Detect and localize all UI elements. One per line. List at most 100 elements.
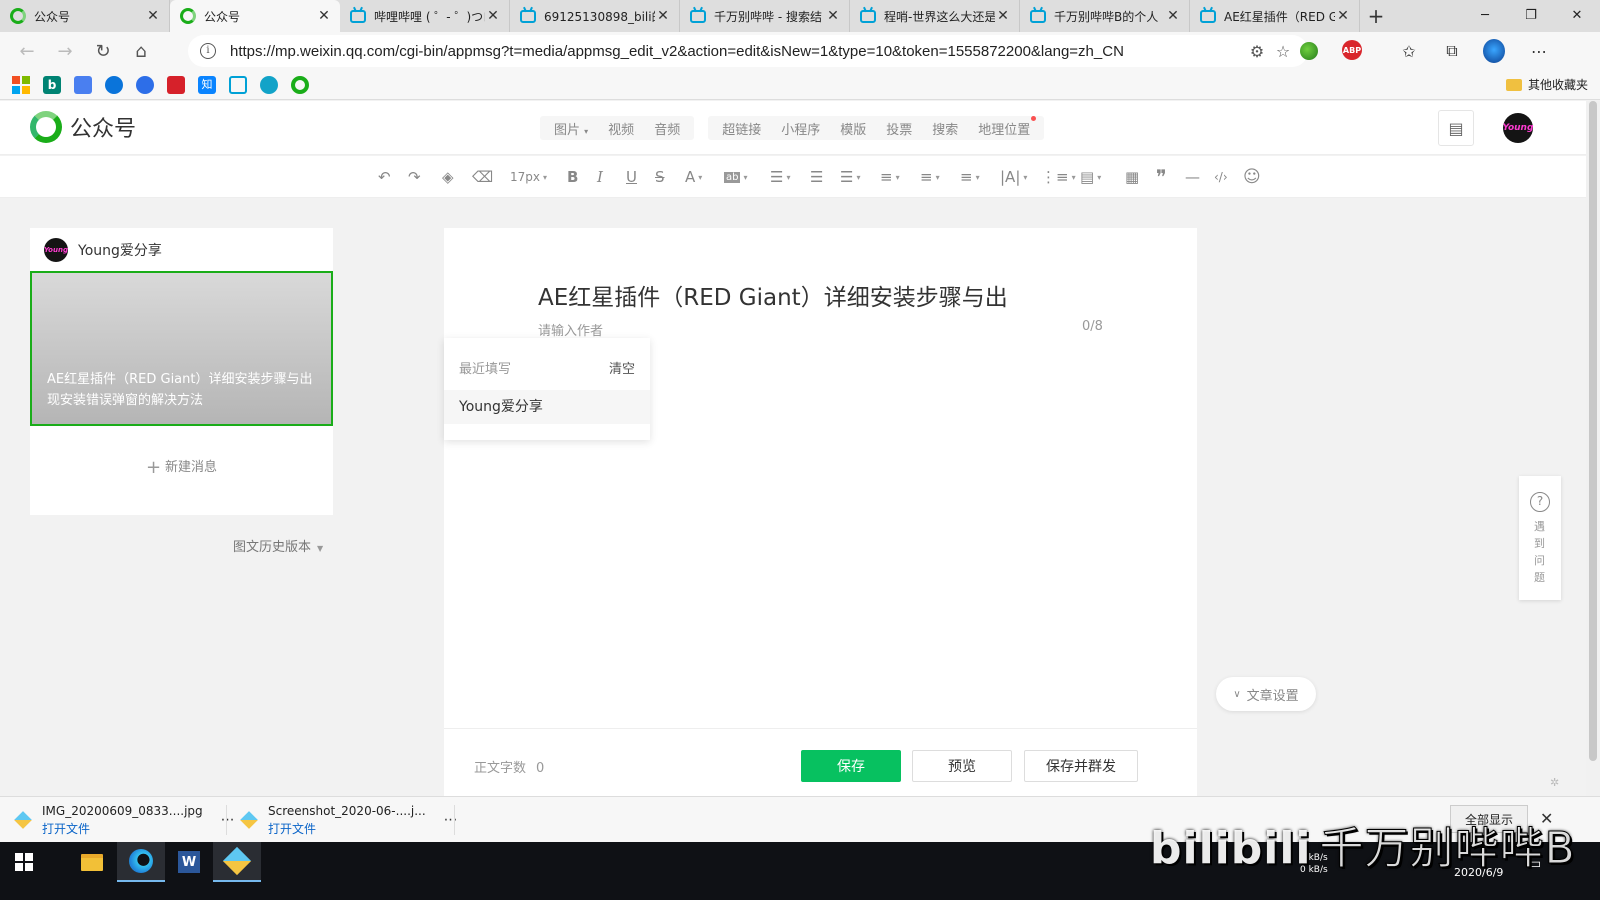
cloud-bookmark-icon[interactable] [260,75,278,94]
scrollbar-thumb[interactable] [1589,101,1597,761]
close-tab-icon[interactable]: ✕ [995,8,1011,24]
avatar[interactable]: Young [1503,113,1533,143]
taskbar-edge[interactable] [117,842,165,882]
favorite-star-icon[interactable]: ☆ [1270,42,1296,61]
author-suggestion-item[interactable]: Young爱分享 [444,390,650,424]
close-tab-icon[interactable]: ✕ [825,8,841,24]
article-title-input[interactable]: AE红星插件（RED Giant）详细安装步骤与出 [538,278,1008,312]
save-and-send-button[interactable]: 保存并群发 [1024,750,1138,782]
save-button[interactable]: 保存 [801,750,901,782]
new-message-button[interactable]: + 新建消息 [30,456,333,478]
url-box[interactable]: i https://mp.weixin.qq.com/cgi-bin/appms… [188,35,1308,67]
insert-image[interactable]: 图片 ▾ [544,119,598,138]
browser-tab[interactable]: 哔哩哔哩 ( ゜- ゜)つロ ✕ [340,0,510,32]
list-icon[interactable]: ⋮≡ ▾ [1041,166,1076,188]
tracking-icon[interactable]: ⚙ [1244,42,1270,61]
browser-tab[interactable]: AE红星插件（RED G ✕ [1190,0,1360,32]
translate-bookmark-icon[interactable] [74,75,92,94]
paragraph-spacing-icon[interactable]: ☰ ▾ [840,166,860,188]
other-favorites-folder[interactable]: 其他收藏夹 [1505,76,1588,93]
bold-icon[interactable]: B [567,166,578,188]
onedrive-bookmark-icon[interactable] [105,75,123,94]
clear-button[interactable]: 清空 [609,358,635,377]
browser-tab[interactable]: 千万别哔哔B的个人 ✕ [1020,0,1190,32]
emoji-icon[interactable]: ☺ [1243,166,1261,188]
close-tab-icon[interactable]: ✕ [485,8,501,24]
italic-icon[interactable]: I [597,166,603,188]
baidu-bookmark-icon[interactable] [136,75,154,94]
download-item[interactable]: IMG_20200609_0833....jpg 打开文件 ⋯ [14,803,235,837]
collections-icon[interactable]: ⧉ [1441,40,1463,62]
close-window-icon[interactable]: ✕ [1554,0,1600,30]
insert-search[interactable]: 搜索 [922,119,968,138]
taskbar-word[interactable]: W [165,842,213,882]
insert-vote[interactable]: 投票 [876,119,922,138]
author-input[interactable]: 请输入作者 [538,320,603,339]
strikethrough-icon[interactable]: S [655,166,665,188]
background-color-icon[interactable]: ab ▾ [724,166,748,188]
open-file-link[interactable]: 打开文件 [42,820,203,837]
browser-tab-active[interactable]: 公众号 ✕ [170,0,340,32]
mp-logo[interactable]: 公众号 [30,111,136,143]
huawei-bookmark-icon[interactable] [167,75,185,94]
table-icon[interactable]: ▦ [1125,166,1139,188]
insert-audio[interactable]: 音频 [644,119,690,138]
open-file-link[interactable]: 打开文件 [268,820,426,837]
refresh-icon[interactable]: ↻ [84,34,122,68]
back-icon[interactable]: ← [8,34,46,68]
home-icon[interactable]: ⌂ [122,34,160,68]
underline-icon[interactable]: U [626,166,637,188]
insert-location[interactable]: 地理位置 [968,115,1040,138]
taskbar-explorer[interactable] [68,842,116,882]
quote-icon[interactable]: ❞ [1156,165,1167,189]
format-painter-icon[interactable]: ◈ [442,166,454,188]
insert-link[interactable]: 超链接 [712,119,771,138]
favorites-icon[interactable]: ✩ [1398,40,1420,62]
bilibili-bookmark-icon[interactable] [229,75,247,94]
forward-icon[interactable]: → [46,34,84,68]
text-align-icon[interactable]: ≡ ▾ [920,166,940,188]
help-button[interactable]: ? 遇到问题 [1519,476,1561,600]
restore-icon[interactable]: ❐ [1508,0,1554,30]
align-icon[interactable]: ☰ ▾ [770,166,790,188]
close-tab-icon[interactable]: ✕ [145,8,161,24]
insert-video[interactable]: 视频 [598,119,644,138]
bing-bookmark-icon[interactable]: b [43,75,61,94]
close-tab-icon[interactable]: ✕ [1165,8,1181,24]
profile-icon[interactable] [1483,39,1505,63]
font-size-select[interactable]: 17px ▾ [510,166,547,188]
taskbar-photos[interactable] [213,842,261,882]
browser-tab[interactable]: 69125130898_bili的 ✕ [510,0,680,32]
float-icon[interactable]: ▤ ▾ [1080,166,1101,188]
redo-icon[interactable]: ↷ [408,166,421,188]
extension-globe-icon[interactable] [1298,40,1320,62]
line-spacing-icon[interactable]: ≡ ▾ [880,166,900,188]
start-button[interactable] [0,842,48,882]
microsoft-bookmark-icon[interactable] [12,75,30,94]
minimize-icon[interactable]: ─ [1462,0,1508,30]
close-tab-icon[interactable]: ✕ [655,8,671,24]
zhihu-bookmark-icon[interactable]: 知 [198,75,216,94]
history-version-button[interactable]: 图文历史版本 ▼ [233,536,323,555]
article-card-selected[interactable]: AE红星插件（RED Giant）详细安装步骤与出现安装错误弹窗的解决方法 [30,271,333,426]
font-color-icon[interactable]: A ▾ [685,166,702,188]
insert-template[interactable]: 模版 [830,119,876,138]
download-item[interactable]: Screenshot_2020-06-....j... 打开文件 ⋯ [240,803,458,837]
url-text[interactable]: https://mp.weixin.qq.com/cgi-bin/appmsg?… [230,43,1244,60]
browser-tab[interactable]: 公众号 ✕ [0,0,170,32]
close-tab-icon[interactable]: ✕ [316,8,332,24]
clear-format-icon[interactable]: ⌫ [472,166,493,188]
indent-icon[interactable]: ☰ [810,166,823,188]
adblock-icon[interactable]: ABP [1342,40,1362,60]
browser-tab[interactable]: 程哨-世界这么大还是 ✕ [850,0,1020,32]
divider-icon[interactable]: — [1185,166,1200,188]
preview-button[interactable]: 预览 [912,750,1012,782]
site-info-icon[interactable]: i [200,43,216,59]
article-settings-button[interactable]: ∨ 文章设置 [1216,677,1316,711]
text-indent-icon[interactable]: |A| ▾ [1000,166,1027,188]
wechat-bookmark-icon[interactable] [291,75,309,94]
close-tab-icon[interactable]: ✕ [1335,8,1351,24]
more-icon[interactable]: ⋯ [1528,40,1550,62]
page-scrollbar[interactable] [1586,101,1600,796]
more-icon[interactable]: ⋯ [221,812,235,828]
